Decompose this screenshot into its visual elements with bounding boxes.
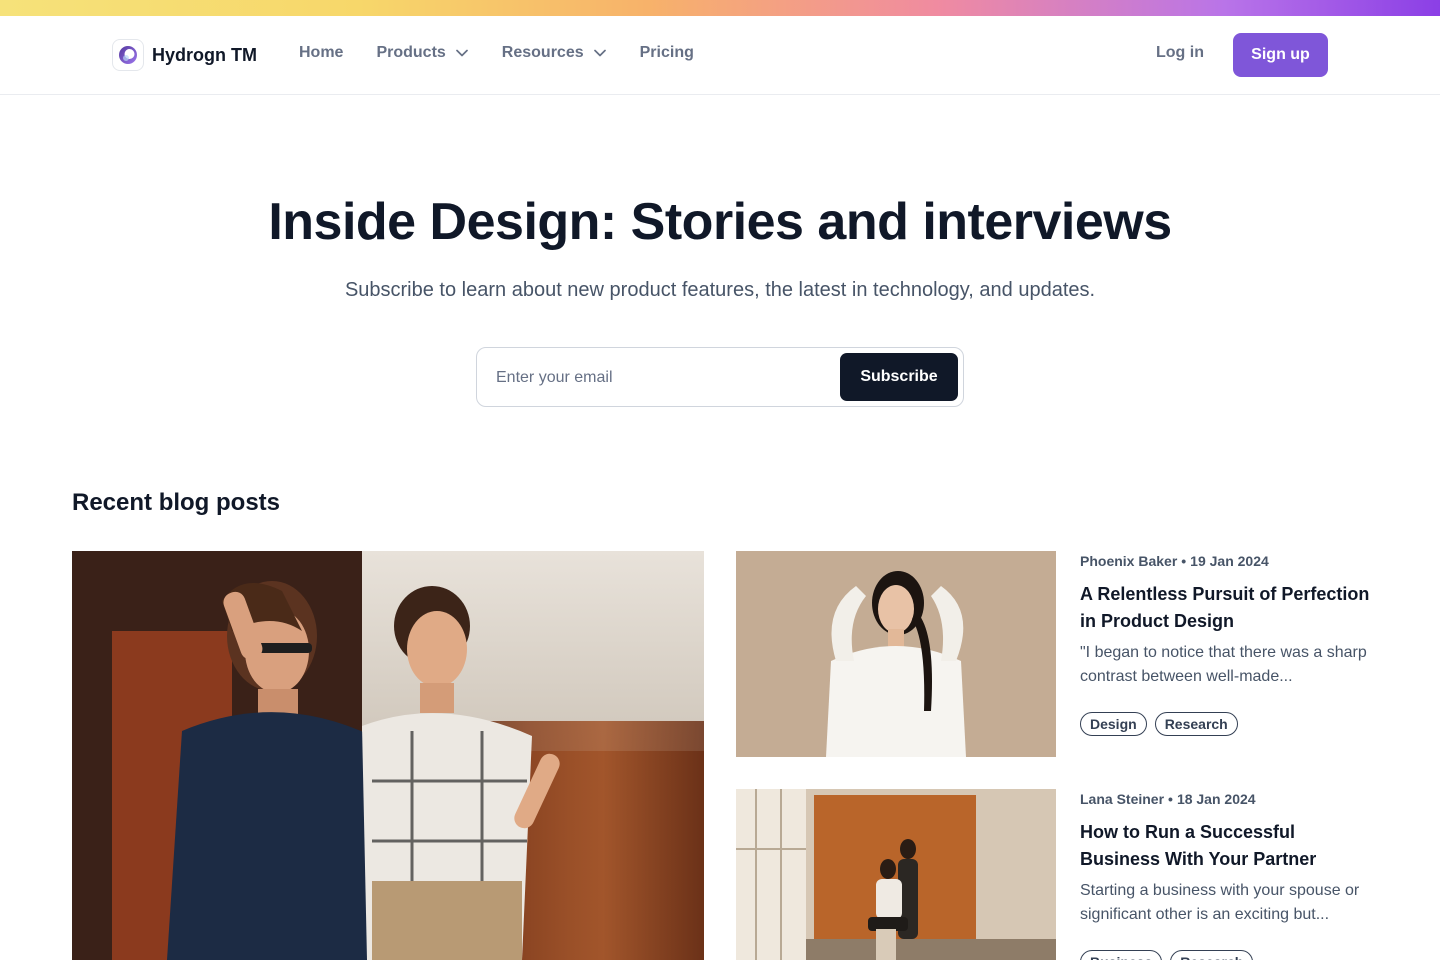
page-title: Inside Design: Stories and interviews [268, 193, 1172, 251]
post-author[interactable]: Lana Steiner [1080, 791, 1164, 807]
top-gradient-bar [0, 0, 1440, 16]
blog-post: Lana Steiner • 18 Jan 2024 How to Run a Su… [1080, 789, 1380, 960]
post-tags: Business Research [1080, 950, 1380, 960]
post-date: 18 Jan 2024 [1176, 791, 1256, 807]
tag[interactable]: Business [1080, 950, 1163, 960]
post-title[interactable]: A Relentless Pursuit of Perfection in Pr… [1080, 581, 1370, 635]
nav-resources[interactable]: Resources [502, 44, 606, 62]
login-link[interactable]: Log in [1156, 44, 1204, 62]
post-title[interactable]: How to Run a Successful Business With Yo… [1080, 819, 1370, 873]
post-excerpt: "I began to notice that there was a shar… [1080, 644, 1367, 685]
post-meta: Lana Steiner • 18 Jan 2024 [1080, 789, 1380, 809]
main-nav: Home Products Resources Pricing [299, 44, 694, 62]
post-photo [736, 551, 1056, 757]
section-title: Recent blog posts [72, 489, 281, 516]
page-subtitle: Subscribe to learn about new product fea… [344, 279, 1096, 301]
post-photo [736, 789, 1056, 960]
post-date: 19 Jan 2024 [1190, 553, 1269, 569]
chevron-down-icon [455, 49, 468, 57]
signup-button[interactable]: Sign up [1233, 33, 1328, 77]
post-thumbnail[interactable] [736, 789, 1056, 960]
nav-pricing-label: Pricing [639, 44, 694, 61]
nav-pricing[interactable]: Pricing [640, 44, 694, 62]
subscribe-button[interactable]: Subscribe [840, 353, 958, 401]
post-excerpt: Starting a business with your spouse or … [1080, 882, 1360, 923]
blog-post: Phoenix Baker • 19 Jan 2024 A Relentless P… [1080, 551, 1380, 736]
post-tags: Design Research [1080, 712, 1380, 736]
nav-home[interactable]: Home [299, 44, 343, 62]
email-input[interactable] [496, 366, 816, 390]
subscribe-form: Subscribe [476, 347, 964, 407]
brand-logo[interactable]: Hydrogn TM [112, 39, 257, 71]
tag[interactable]: Research [1154, 712, 1238, 736]
nav-resources-label: Resources [501, 44, 584, 61]
brand-name: Hydrogn TM [152, 44, 257, 65]
meta-separator: • [1168, 791, 1173, 807]
featured-post-image[interactable] [72, 551, 704, 960]
nav-home-label: Home [299, 44, 344, 61]
tag[interactable]: Design [1080, 712, 1147, 736]
tag[interactable]: Research [1170, 950, 1254, 960]
meta-separator: • [1181, 553, 1187, 569]
nav-products-label: Products [376, 44, 446, 61]
chevron-down-icon [593, 49, 606, 57]
logo-icon [112, 39, 144, 71]
nav-products[interactable]: Products [376, 44, 468, 62]
featured-photo [72, 551, 704, 960]
post-meta: Phoenix Baker • 19 Jan 2024 [1080, 551, 1380, 571]
post-author[interactable]: Phoenix Baker [1080, 553, 1177, 569]
navbar: Hydrogn TM Home Products Resources Prici… [0, 16, 1440, 95]
post-thumbnail[interactable] [736, 551, 1056, 757]
